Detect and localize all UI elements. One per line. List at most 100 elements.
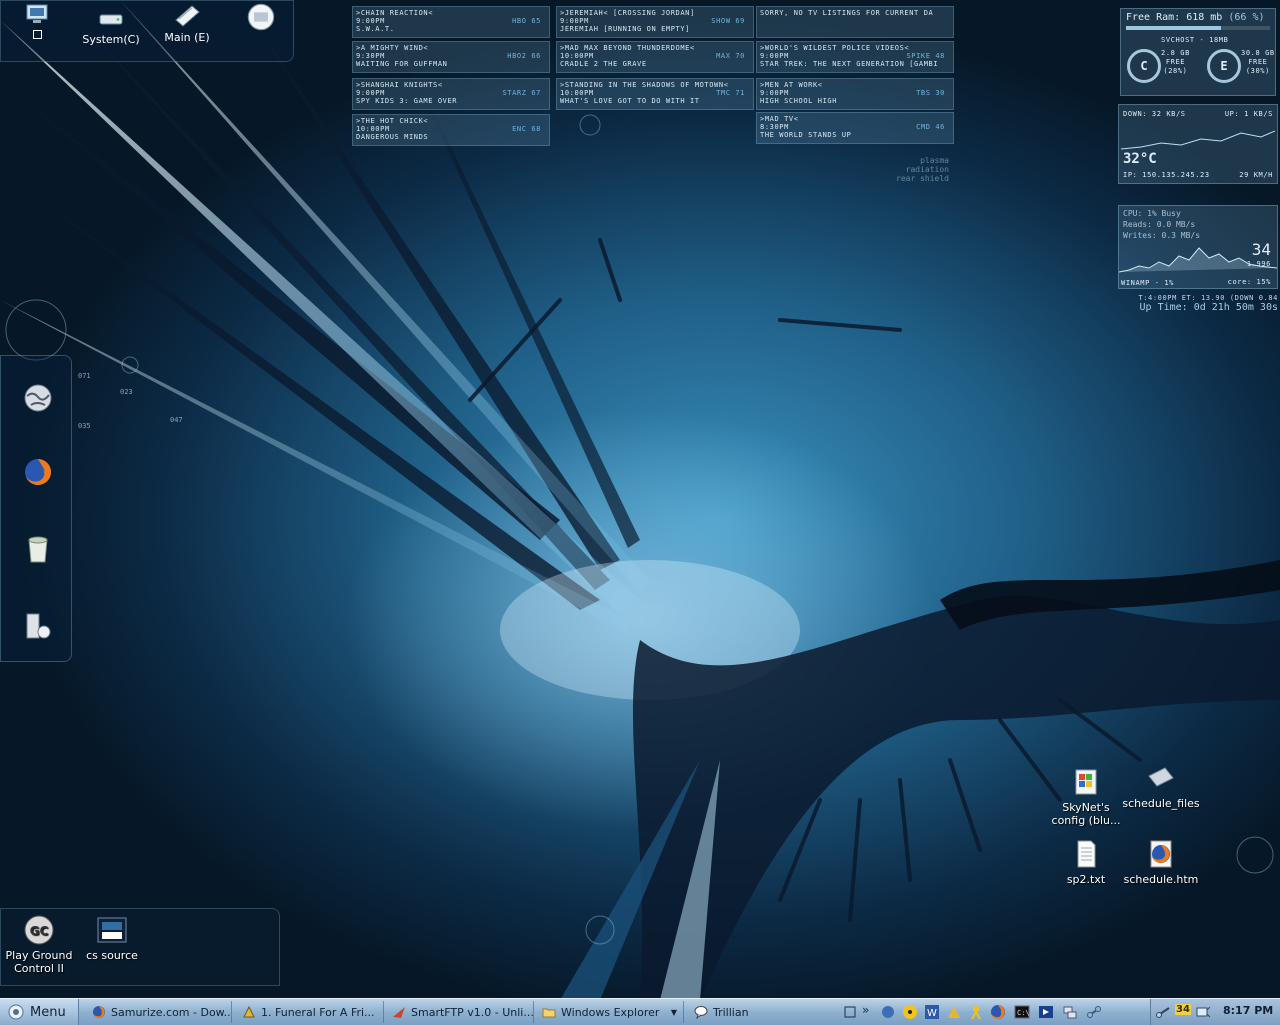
network-icon[interactable]	[1062, 1004, 1078, 1020]
globe-icon[interactable]	[23, 383, 53, 413]
desktop-icon-label: SkyNet's config (blu...	[1051, 801, 1121, 827]
tv-listing[interactable]: SORRY, NO TV LISTINGS FOR CURRENT DA	[756, 6, 954, 38]
my-computer-shortcut[interactable]	[2, 4, 72, 42]
desktop-icon-label: sp2.txt	[1066, 873, 1106, 886]
tv-show-title: >A MIGHTY WIND<	[356, 44, 429, 52]
desktop-icon-label: schedule_files	[1122, 797, 1200, 810]
tv-show-title: >MAD TV<	[760, 115, 799, 123]
core-usage: core: 15%	[1227, 278, 1271, 286]
tv-listing[interactable]: >JEREMIAH< [CROSSING JORDAN] 9:00PM JERE…	[556, 6, 754, 38]
winamp-usage: WINAMP - 1%	[1121, 279, 1174, 287]
tv-channel: MAX 70	[716, 52, 745, 60]
start-label: Menu	[30, 1004, 66, 1020]
show-desktop-icon[interactable]	[842, 1004, 858, 1020]
desktop-icon-sp2-txt[interactable]: sp2.txt	[1047, 838, 1125, 886]
network-shortcut[interactable]	[226, 2, 296, 35]
book-drive-icon	[175, 5, 200, 27]
winamp-icon[interactable]	[946, 1004, 962, 1020]
drive-c-shortcut[interactable]: System(C)	[76, 8, 146, 46]
tv-listing[interactable]: >STANDING IN THE SHADOWS OF MOTOWN< 10:0…	[556, 78, 754, 110]
drive-c-gauge: C	[1127, 49, 1161, 83]
tv-listing[interactable]: >MEN AT WORK< 9:00PM HIGH SCHOOL HIGH TB…	[756, 78, 954, 110]
uptime-readout: Up Time: 0d 21h 50m 30s	[1139, 302, 1278, 313]
movie-icon[interactable]	[1038, 1004, 1054, 1020]
task-button-smartftp[interactable]: SmartFTP v1.0 - Unli...	[386, 1001, 534, 1023]
hud-shield-labels: plasma radiation rear shield	[896, 156, 949, 183]
svg-text:GC: GC	[30, 924, 49, 938]
tv-next-show: CRADLE 2 THE GRAVE	[560, 60, 647, 68]
network-graph	[1121, 130, 1275, 150]
tv-listing[interactable]: >THE HOT CHICK< 10:00PM DANGEROUS MINDS …	[352, 114, 550, 146]
desktop-icon-label: schedule.htm	[1123, 873, 1199, 886]
hud-label: radiation	[905, 165, 949, 174]
word-icon[interactable]: W	[924, 1004, 940, 1020]
cpu-small-number: 1.996	[1246, 260, 1271, 268]
cpu-busy: CPU: 1% Busy	[1123, 209, 1181, 218]
firefox-icon[interactable]	[23, 457, 53, 487]
aim-icon[interactable]	[968, 1004, 984, 1020]
tv-next-show: WAITING FOR GUFFMAN	[356, 60, 448, 68]
tv-channel: HBO2 66	[507, 52, 541, 60]
tv-show-title: >THE HOT CHICK<	[356, 117, 429, 125]
free-ram-text: Free Ram: 618 mb	[1126, 12, 1223, 23]
desktop-icon-schedule-htm[interactable]: schedule.htm	[1122, 838, 1200, 886]
tv-next-show: STAR TREK: THE NEXT GENERATION [GAMBI	[760, 60, 939, 68]
tv-channel: HBO 65	[512, 17, 541, 25]
tv-listing[interactable]: >WORLD'S WILDEST POLICE VIDEOS< 9:00PM S…	[756, 41, 954, 73]
tv-listing[interactable]: >SHANGHAI KNIGHTS< 9:00PM SPY KIDS 3: GA…	[352, 78, 550, 110]
launcher-ground-control[interactable]: GC Play Ground Control II	[0, 914, 78, 975]
tv-show-title: SORRY, NO TV LISTINGS FOR CURRENT DA	[760, 9, 934, 17]
firefox-icon	[93, 1006, 105, 1018]
tv-listing[interactable]: >A MIGHTY WIND< 9:30PM WAITING FOR GUFFM…	[352, 41, 550, 73]
tv-listing[interactable]: >MAD TV< 8:30PM THE WORLD STANDS UP CMD …	[756, 112, 954, 144]
firefox-icon[interactable]	[990, 1004, 1006, 1020]
drive-e-free-label: FREE	[1248, 58, 1268, 66]
connection-icon[interactable]	[1086, 1004, 1102, 1020]
tv-channel: CMD 46	[916, 123, 945, 131]
tv-next-show: SPY KIDS 3: GAME OVER	[356, 97, 458, 105]
task-dropdown-arrow-icon[interactable]: ▼	[671, 1008, 677, 1017]
recycle-bin-icon[interactable]	[23, 534, 53, 564]
launcher-label: Play Ground Control II	[5, 949, 73, 975]
drive-e-shortcut[interactable]: Main (E)	[152, 2, 222, 44]
task-button-trillian[interactable]: Trillian	[688, 1001, 828, 1023]
disk-reads: Reads: 0.0 MB/s	[1123, 220, 1196, 229]
tv-next-show: JEREMIAH [RUNNING ON EMPTY]	[560, 25, 690, 33]
tv-show-title: >JEREMIAH< [CROSSING JORDAN]	[560, 9, 695, 17]
launcher-cs-source[interactable]: cs source	[73, 914, 151, 962]
task-button-windows-explorer[interactable]: Windows Explorer ▼	[536, 1001, 684, 1023]
trillian-icon	[694, 1006, 708, 1019]
chevron-right-icon[interactable]: »	[862, 1003, 869, 1017]
network-globe-icon	[247, 3, 275, 31]
tv-listing[interactable]: >MAD MAX BEYOND THUNDERDOME< 10:00PM CRA…	[556, 41, 754, 73]
task-button-firefox[interactable]: Samurize.com - Dow...	[86, 1001, 232, 1023]
tv-show-title: >SHANGHAI KNIGHTS<	[356, 81, 443, 89]
task-label: Windows Explorer	[561, 1005, 660, 1019]
upload-speed: UP: 1 KB/S	[1224, 110, 1273, 118]
computer-tower-icon[interactable]	[23, 612, 53, 642]
winamp-icon	[243, 1005, 255, 1018]
desktop-icon-schedule-files[interactable]: schedule_files	[1122, 762, 1200, 810]
tv-show-title: >MAD MAX BEYOND THUNDERDOME<	[560, 44, 695, 52]
radiation-icon[interactable]	[902, 1004, 918, 1020]
hud-label: plasma	[920, 156, 949, 165]
task-button-winamp[interactable]: 1. Funeral For A Fri...	[236, 1001, 384, 1023]
tv-next-show: S.W.A.T.	[356, 25, 395, 33]
command-prompt-icon[interactable]: C:\	[1014, 1004, 1030, 1020]
svg-text:C:\: C:\	[1017, 1009, 1030, 1017]
start-menu-button[interactable]: Menu	[0, 999, 79, 1025]
tv-next-show: THE WORLD STANDS UP	[760, 131, 852, 139]
tray-counter-badge[interactable]: 34	[1175, 1004, 1191, 1015]
tv-listing[interactable]: >CHAIN REACTION< 9:00PM S.W.A.T. HBO 65	[352, 6, 550, 38]
computer-box-glyph	[32, 30, 42, 39]
start-orb-icon	[8, 1004, 24, 1020]
drive-e-gauge: E	[1207, 49, 1241, 83]
volume-network-icon[interactable]	[1195, 1004, 1211, 1020]
network-connection-icon[interactable]	[1155, 1004, 1171, 1020]
ram-drive-widget: Free Ram: 618 mb (66 %) SVCHOST - 18MB C…	[1120, 8, 1276, 96]
desktop-icon-skynet-config[interactable]: SkyNet's config (blu...	[1047, 766, 1125, 827]
clock[interactable]: 8:17 PM	[1223, 1004, 1273, 1017]
media-icon[interactable]	[880, 1004, 896, 1020]
tv-next-show: DANGEROUS MINDS	[356, 133, 429, 141]
windows-file-icon	[1075, 769, 1097, 795]
